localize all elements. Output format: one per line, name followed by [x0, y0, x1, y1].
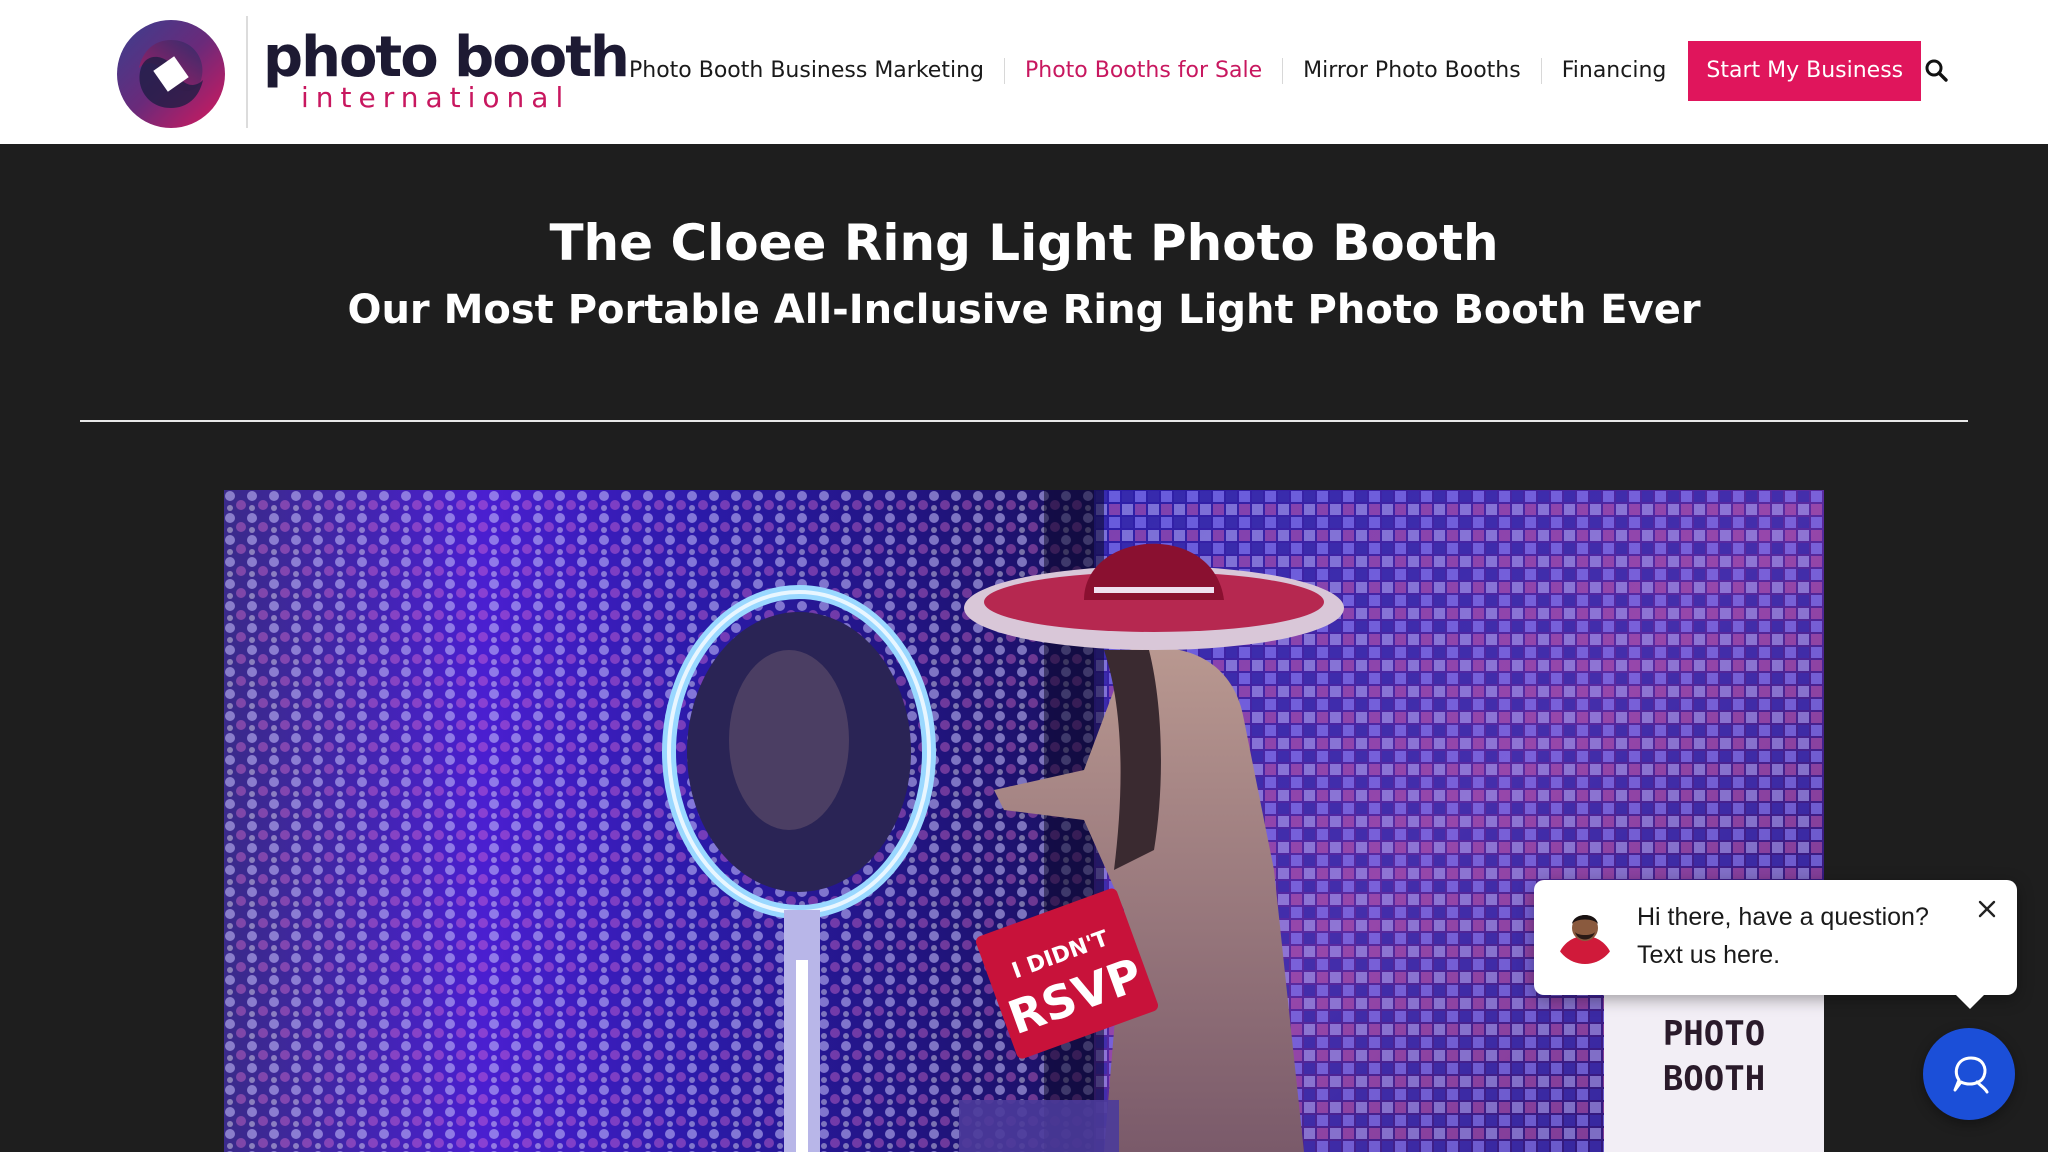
chat-message: Hi there, have a question? Text us here. — [1637, 898, 1947, 974]
chat-message-line2: Text us here. — [1637, 941, 1781, 969]
product-photo-illustration: I DIDN'T RSVP PHOTO BOOTH — [224, 490, 1824, 1152]
start-my-business-button[interactable]: Start My Business — [1688, 41, 1922, 101]
search-icon[interactable] — [1924, 58, 1950, 84]
site-header: photo booth international Photo Booth Bu… — [0, 0, 2048, 144]
logo-tagline: international — [301, 81, 571, 114]
nav-item-financing[interactable]: Financing — [1542, 41, 1687, 101]
section-divider — [80, 420, 1968, 422]
logo-wordmark: photo booth — [263, 25, 630, 90]
product-photo: I DIDN'T RSVP PHOTO BOOTH — [224, 490, 1824, 1152]
site-logo[interactable]: photo booth international — [115, 16, 630, 128]
nav-item-mirror-photo-booths[interactable]: Mirror Photo Booths — [1283, 41, 1541, 101]
chat-icon — [1953, 1056, 1989, 1094]
main-nav: Photo Booth Business Marketing Photo Boo… — [609, 41, 1922, 101]
logo-divider — [246, 16, 248, 128]
close-icon[interactable] — [1974, 896, 2000, 922]
logo-mark-icon — [117, 20, 225, 128]
chat-prompt-bubble[interactable]: Hi there, have a question? Text us here. — [1534, 880, 2017, 1009]
lightbox-text-line2: BOOTH — [1663, 1059, 1765, 1099]
nav-item-business-marketing[interactable]: Photo Booth Business Marketing — [609, 41, 1004, 101]
chat-agent-avatar — [1554, 902, 1616, 964]
nav-item-photo-booths-for-sale[interactable]: Photo Booths for Sale — [1005, 41, 1282, 101]
page-subtitle: Our Most Portable All-Inclusive Ring Lig… — [347, 287, 1701, 333]
chat-message-line1: Hi there, have a question? — [1637, 903, 1929, 931]
page-title: The Cloee Ring Light Photo Booth — [549, 214, 1499, 272]
lightbox-text-line1: PHOTO — [1663, 1014, 1765, 1054]
chat-launcher-button[interactable] — [1923, 1028, 2015, 1120]
